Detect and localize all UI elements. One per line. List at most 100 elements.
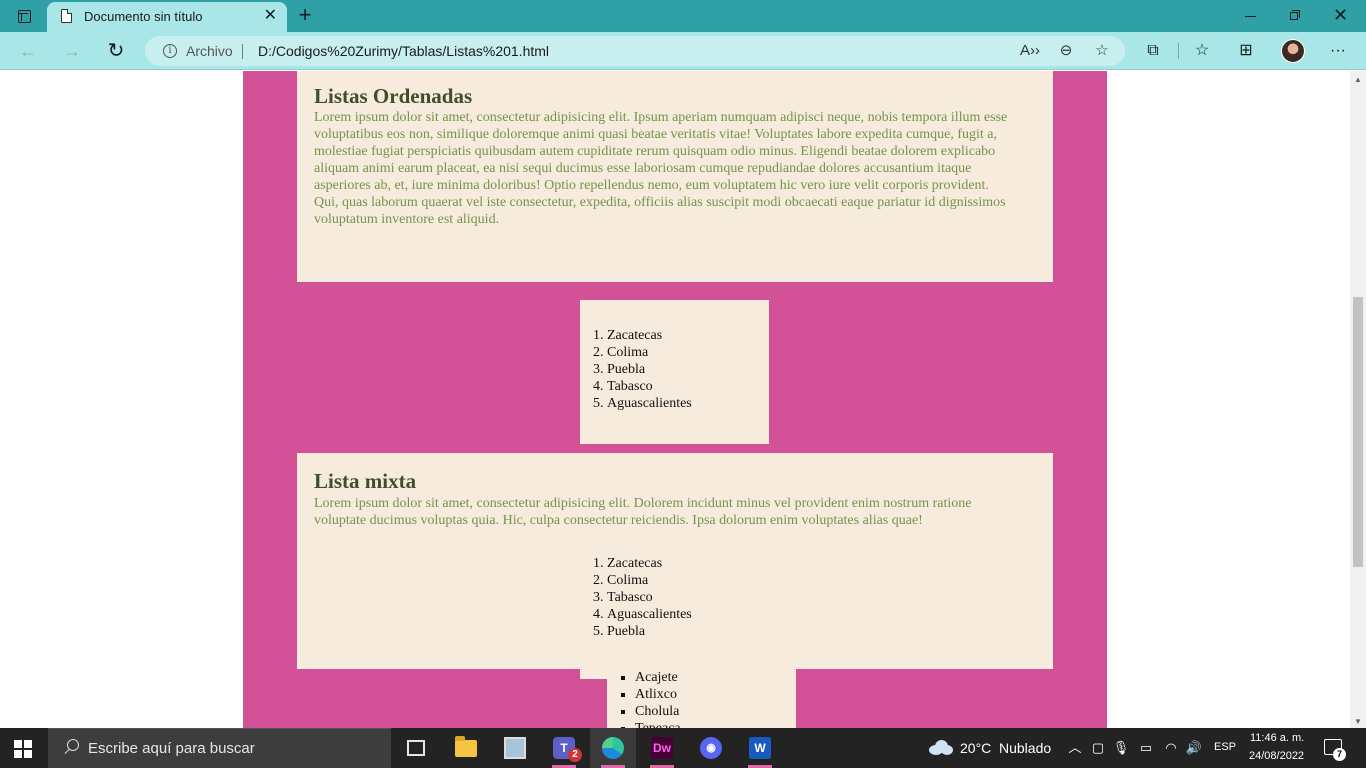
arrow-left-icon: ← (19, 41, 37, 61)
list-item: Puebla (607, 361, 692, 378)
paragraph-line: voluptatum inventore est aliquid. (314, 212, 500, 227)
chevron-up-icon[interactable]: ︿ (1066, 739, 1084, 757)
taskbar: Escribe aquí para buscar T 2 Dw ◉ W 20°C… (0, 728, 1366, 768)
tab-title: Documento sin título (84, 9, 203, 24)
list-item: Zacatecas (607, 327, 692, 344)
paragraph-line: Lorem ipsum dolor sit amet, consectetur … (314, 110, 1008, 125)
clock-time[interactable]: 11:46 a. m. (1250, 732, 1304, 744)
read-aloud-icon[interactable]: A›› (1019, 42, 1041, 60)
search-placeholder: Escribe aquí para buscar (88, 740, 255, 757)
toolbar-separator (1178, 43, 1179, 59)
clock-date[interactable]: 24/08/2022 (1249, 750, 1304, 762)
heading-listas-ordenadas: Listas Ordenadas (314, 84, 473, 108)
word-icon: W (749, 737, 771, 759)
teams-badge: 2 (568, 748, 582, 762)
back-button[interactable]: ← (15, 39, 41, 63)
minimize-button[interactable] (1244, 8, 1258, 22)
list-item: Atlixco (635, 686, 681, 703)
tab-bar: Documento sin título ✕ + ✕ (0, 0, 1366, 32)
language-indicator[interactable]: ESP (1214, 741, 1236, 753)
start-button[interactable] (14, 740, 32, 758)
close-window-button[interactable]: ✕ (1333, 4, 1348, 26)
paragraph-line: asperiores ab, et, iure minima doloribus… (314, 178, 989, 193)
notification-count: 7 (1333, 748, 1346, 761)
list-item: Colima (607, 344, 692, 361)
ordered-list-box: Zacatecas Colima Puebla Tabasco Aguascal… (580, 300, 769, 444)
page-viewport: Listas Ordenadas Lorem ipsum dolor sit a… (0, 71, 1350, 728)
reload-button[interactable]: ↻ (103, 39, 129, 63)
section2-paragraph: Lorem ipsum dolor sit amet, consectetur … (314, 495, 1044, 529)
address-separator (242, 44, 243, 59)
more-icon[interactable]: ··· (1325, 40, 1351, 62)
microphone-icon[interactable]: 🎙 (1112, 739, 1130, 757)
puzzle-icon[interactable]: ⧉ (1140, 40, 1166, 62)
site-info-label[interactable]: Archivo (186, 43, 233, 59)
wifi-icon[interactable]: ◠ (1162, 739, 1180, 757)
list-item: Zacatecas (607, 555, 692, 572)
taskbar-dreamweaver[interactable]: Dw (639, 728, 685, 768)
zoom-out-icon[interactable]: ⊖ (1055, 42, 1077, 60)
address-bar-actions: A›› ⊖ ☆ (1019, 42, 1113, 60)
scrollbar-thumb[interactable] (1353, 297, 1363, 567)
star-plus-icon[interactable]: ☆ (1091, 42, 1113, 60)
new-tab-button[interactable]: + (295, 2, 315, 28)
folder-icon (455, 736, 477, 757)
taskbar-search[interactable]: Escribe aquí para buscar (48, 728, 391, 768)
list-item: Cholula (635, 703, 681, 720)
task-view-button[interactable] (393, 728, 439, 768)
vertical-scrollbar[interactable]: ▲ ▼ (1350, 71, 1366, 728)
ordered-list-mixed: Zacatecas Colima Tabasco Aguascalientes … (580, 555, 692, 640)
taskbar-word[interactable]: W (737, 728, 783, 768)
cloud-icon[interactable] (929, 739, 953, 755)
dreamweaver-icon: Dw (651, 737, 673, 759)
paragraph-line: Lorem ipsum dolor sit amet, consectetur … (314, 496, 972, 511)
taskbar-photos[interactable] (492, 728, 538, 768)
task-view-icon (407, 740, 425, 756)
taskbar-file-explorer[interactable] (443, 728, 489, 768)
list-item: Aguascalientes (607, 395, 692, 412)
tab-actions-button[interactable] (10, 7, 36, 27)
heading-lista-mixta: Lista mixta (314, 469, 417, 493)
search-icon (62, 738, 82, 758)
reload-icon: ↻ (107, 40, 125, 62)
list-item: Colima (607, 572, 692, 589)
tab-close-button[interactable]: ✕ (264, 7, 277, 25)
battery-icon[interactable]: ▭ (1137, 739, 1155, 757)
list-item: Acajete (635, 669, 681, 686)
paragraph-line: Qui, quas laborum quaerat vel iste conse… (314, 195, 1006, 210)
taskbar-discord[interactable]: ◉ (688, 728, 734, 768)
list-item: Tabasco (607, 589, 692, 606)
arrow-right-icon: → (63, 41, 81, 61)
volume-icon[interactable]: 🔊 (1185, 739, 1203, 757)
favorites-icon[interactable]: ☆ (1189, 40, 1215, 62)
unordered-list-cities: Acajete Atlixco Cholula Tepeaca (607, 669, 681, 728)
profile-avatar[interactable] (1281, 39, 1305, 63)
list-item: Aguascalientes (607, 606, 692, 623)
section-ordered-lists: Listas Ordenadas Lorem ipsum dolor sit a… (297, 71, 1053, 282)
page-column: Listas Ordenadas Lorem ipsum dolor sit a… (243, 71, 1107, 728)
edge-icon (602, 737, 624, 759)
photos-icon (504, 737, 526, 759)
collections-icon[interactable]: ⊞ (1233, 40, 1259, 62)
meet-now-icon[interactable]: ▢ (1089, 739, 1107, 757)
paragraph-line: aliquam animi earum placeat, ea nisi seq… (314, 161, 972, 176)
section1-paragraph: Lorem ipsum dolor sit amet, consectetur … (314, 109, 1044, 228)
weather-description[interactable]: Nublado (999, 740, 1051, 756)
paragraph-line: voluptate ducimus voluptas quia. Hic, cu… (314, 513, 923, 528)
restore-button[interactable] (1290, 10, 1302, 22)
address-bar[interactable]: i Archivo D:/Codigos%20Zurimy/Tablas/Lis… (145, 36, 1125, 66)
info-icon[interactable]: i (163, 44, 177, 58)
list-item: Tepeaca (635, 720, 681, 728)
scroll-up-icon[interactable]: ▲ (1354, 75, 1362, 84)
scroll-down-icon[interactable]: ▼ (1354, 717, 1362, 726)
taskbar-teams[interactable]: T 2 (541, 728, 587, 768)
browser-toolbar: ← → ↻ i Archivo D:/Codigos%20Zurimy/Tabl… (0, 32, 1366, 70)
tab-actions-icon (18, 10, 31, 23)
list-item: Tabasco (607, 378, 692, 395)
taskbar-edge[interactable] (590, 728, 636, 768)
tab-active[interactable]: Documento sin título ✕ (47, 2, 287, 32)
list-item: Puebla (607, 623, 692, 640)
forward-button[interactable]: → (59, 39, 85, 63)
weather-temperature[interactable]: 20°C (960, 740, 991, 756)
url-text[interactable]: D:/Codigos%20Zurimy/Tablas/Listas%201.ht… (258, 43, 549, 59)
